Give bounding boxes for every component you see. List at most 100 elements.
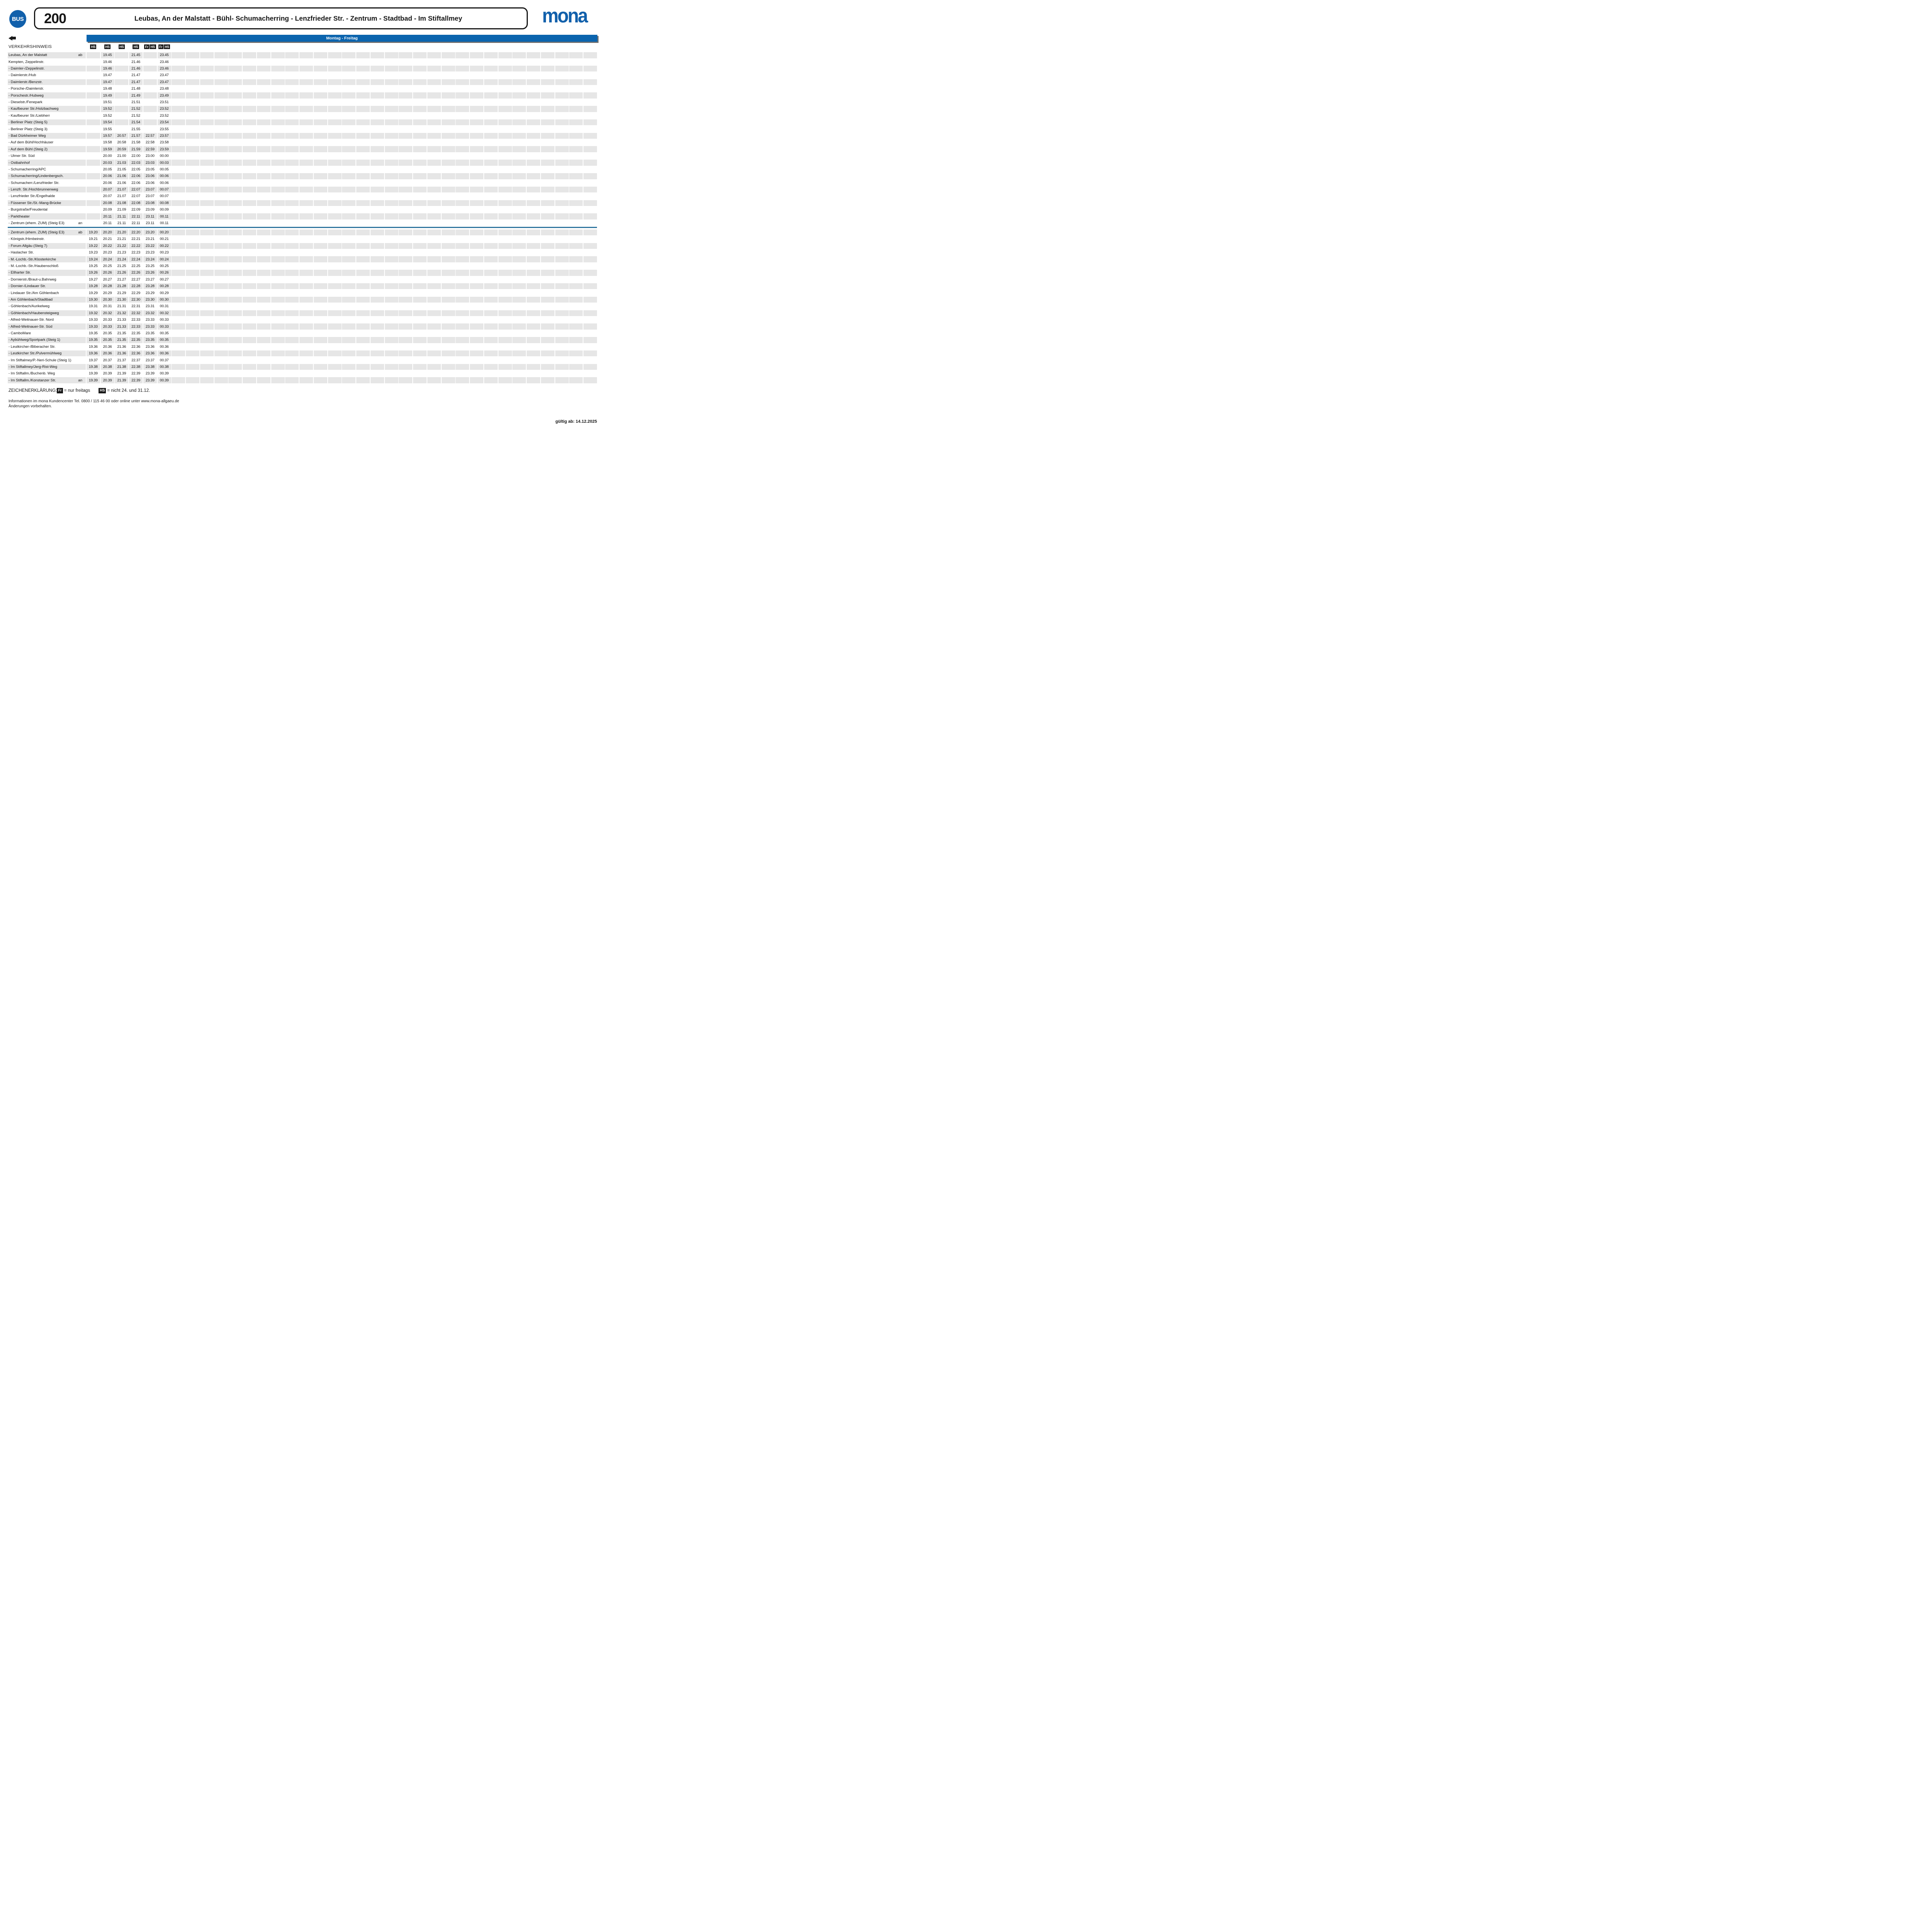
empty-cell (399, 256, 412, 262)
empty-cell (285, 317, 299, 323)
empty-cell (186, 330, 199, 337)
empty-cell (512, 250, 526, 256)
empty-cell (214, 243, 228, 249)
empty-cell (214, 256, 228, 262)
empty-cell (328, 126, 342, 132)
empty-cell (399, 371, 412, 377)
empty-cell (385, 364, 398, 370)
empty-cell (371, 277, 384, 283)
empty-cell (228, 283, 242, 289)
time-cell: 22.11 (129, 220, 143, 226)
empty-cell (583, 344, 597, 350)
empty-cell (583, 99, 597, 105)
empty-cell (442, 323, 455, 330)
empty-cell (555, 230, 569, 236)
time-cell: 22.37 (129, 357, 143, 363)
time-cell: 23.06 (143, 173, 157, 179)
empty-cell (583, 126, 597, 132)
empty-cell (484, 220, 498, 226)
empty-cell (342, 173, 355, 179)
empty-cell (314, 167, 327, 173)
legend-title: ZEICHENERKLÄRUNG: (9, 388, 57, 393)
empty-cell (456, 357, 469, 363)
empty-cell (285, 92, 299, 99)
time-cell: 19.51 (101, 99, 114, 105)
time-cell: 19.52 (101, 113, 114, 119)
empty-cell (399, 350, 412, 357)
empty-cell (186, 106, 199, 112)
empty-cell (385, 303, 398, 310)
empty-cell (314, 364, 327, 370)
empty-cell (385, 119, 398, 126)
empty-cell (314, 377, 327, 383)
empty-cell (342, 263, 355, 269)
empty-cell (427, 290, 441, 296)
empty-cell (186, 213, 199, 219)
empty-cell (214, 377, 228, 383)
empty-cell (456, 270, 469, 276)
empty-cell (87, 153, 100, 159)
empty-cell (541, 256, 554, 262)
empty-cell (371, 99, 384, 105)
empty-cell (512, 357, 526, 363)
empty-cell (172, 236, 185, 242)
empty-cell (413, 59, 427, 65)
empty-cell (214, 119, 228, 126)
empty-cell (413, 99, 427, 105)
time-cell: 21.26 (115, 270, 128, 276)
empty-cell (371, 256, 384, 262)
empty-cell (569, 99, 583, 105)
empty-cell (285, 230, 299, 236)
empty-cell (228, 364, 242, 370)
time-cell: 20.27 (101, 277, 114, 283)
empty-cell (214, 113, 228, 119)
empty-cell (541, 207, 554, 213)
table-row: - Leutkircher Str./Pulvermühlweg19.3620.… (8, 350, 597, 357)
empty-cell (569, 270, 583, 276)
empty-cell (271, 187, 285, 193)
empty-cell (555, 357, 569, 363)
empty-cell (512, 146, 526, 152)
empty-cell (214, 146, 228, 152)
empty-cell (243, 79, 256, 85)
empty-cell (371, 126, 384, 132)
empty-cell (214, 297, 228, 303)
empty-cell (328, 119, 342, 126)
empty-cell (257, 236, 270, 242)
empty-cell (371, 86, 384, 92)
empty-cell (186, 126, 199, 132)
empty-cell (285, 99, 299, 105)
empty-cell (299, 230, 313, 236)
empty-cell (342, 330, 355, 337)
empty-cell (87, 146, 100, 152)
time-cell: 21.46 (129, 66, 143, 72)
empty-cell (214, 283, 228, 289)
empty-cell (186, 323, 199, 330)
empty-cell (243, 364, 256, 370)
time-cell: 21.33 (115, 317, 128, 323)
stop-name-cell: - Ostbahnhof (8, 160, 86, 166)
empty-cell (200, 256, 214, 262)
empty-cell (285, 187, 299, 193)
empty-cell (569, 283, 583, 289)
empty-cell (299, 139, 313, 146)
empty-cell (569, 160, 583, 166)
empty-cell (442, 213, 455, 219)
stop-name: - Schumacherr./Lenzfrieder Str. (9, 181, 59, 185)
empty-cell (371, 133, 384, 139)
empty-cell (243, 86, 256, 92)
empty-cell (427, 364, 441, 370)
empty-cell (342, 290, 355, 296)
empty-cell (356, 243, 370, 249)
empty-cell (214, 207, 228, 213)
empty-cell (299, 146, 313, 152)
empty-cell (186, 153, 199, 159)
empty-cell (186, 187, 199, 193)
stop-name-cell: - Lindauer Str./Am Göhlenbach (8, 290, 86, 296)
empty-cell (512, 106, 526, 112)
empty-cell (484, 153, 498, 159)
empty-cell (186, 167, 199, 173)
time-cell: 00.20 (158, 230, 171, 236)
empty-cell (442, 220, 455, 226)
stop-name-cell: - Zentrum (ehem. ZUM) (Steig E3)an (8, 220, 86, 226)
